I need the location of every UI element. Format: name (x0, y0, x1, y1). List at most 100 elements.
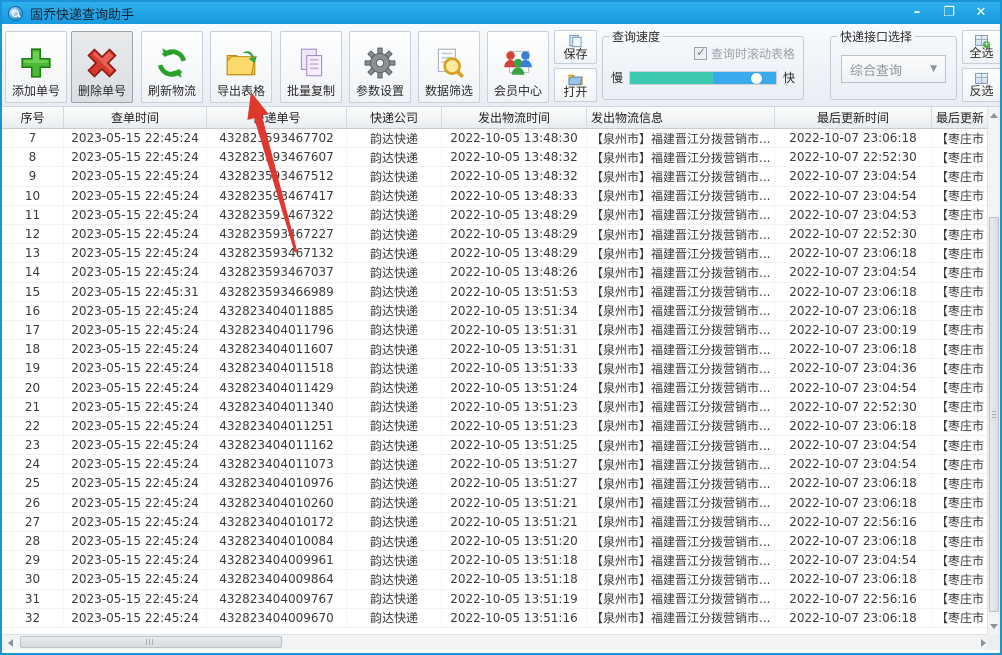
table-cell: 【泉州市】福建晋江分拨营销市... (587, 474, 775, 493)
speed-slider-knob[interactable] (751, 72, 762, 84)
table-cell: 10 (2, 186, 64, 205)
table-row[interactable]: 19 2023-05-15 22:45:24 432823404011518 韵达快递… (2, 359, 991, 379)
column-header[interactable]: 查单时间 (64, 107, 207, 128)
close-button[interactable]: ✕ (972, 2, 990, 24)
table-cell: 2023-05-15 22:45:24 (64, 129, 207, 148)
table-cell: 【泉州市】福建晋江分拨营销市... (587, 263, 775, 282)
scroll-table-checkbox-row[interactable]: 查询时滚动表格 (603, 45, 795, 61)
table-row[interactable]: 31 2023-05-15 22:45:24 432823404009767 韵达快递… (2, 589, 991, 609)
table-row[interactable]: 8 2023-05-15 22:45:24 432823593467607 韵达快递 2… (2, 148, 991, 168)
table-row[interactable]: 24 2023-05-15 22:45:24 432823404011073 韵达快递… (2, 455, 991, 475)
table-row[interactable]: 21 2023-05-15 22:45:24 432823404011340 韵达快递… (2, 397, 991, 417)
speed-slider[interactable] (629, 70, 777, 85)
table-row[interactable]: 20 2023-05-15 22:45:24 432823404011429 韵达快递… (2, 378, 991, 398)
table-cell: 【枣庄市 (932, 551, 991, 570)
table-cell: 2022-10-07 23:00:19 (775, 320, 932, 340)
scroll-grip-icon (146, 639, 153, 645)
table-cell: 2022-10-05 13:48:33 (442, 186, 587, 205)
table-row[interactable]: 18 2023-05-15 22:45:24 432823404011607 韵达快递… (2, 340, 991, 360)
add-icon (19, 42, 53, 84)
table-row[interactable]: 14 2023-05-15 22:45:24 432823593467037 韵达快递… (2, 263, 991, 283)
column-header[interactable]: 发出物流信息 (587, 107, 775, 128)
table-cell: 432823404011162 (207, 436, 347, 455)
table-row[interactable]: 26 2023-05-15 22:45:24 432823404010260 韵达快递… (2, 493, 991, 513)
table-row[interactable]: 7 2023-05-15 22:45:24 432823593467702 韵达快递 2… (2, 129, 991, 149)
column-header[interactable]: 快递单号 (207, 107, 347, 128)
table-cell: 2022-10-05 13:48:30 (442, 129, 587, 148)
table-cell: 2023-05-15 22:45:24 (64, 397, 207, 416)
table-row[interactable]: 10 2023-05-15 22:45:24 432823593467417 韵达快递… (2, 186, 991, 206)
member-center-button[interactable]: 会员中心 (487, 31, 549, 103)
slider-slow-label: 慢 (611, 71, 624, 85)
scroll-left-button[interactable] (2, 635, 18, 650)
settings-button[interactable]: 参数设置 (349, 31, 411, 103)
table-cell: 2023-05-15 22:45:24 (64, 378, 207, 397)
maximize-button[interactable]: ❐ (940, 2, 958, 24)
invert-selection-button[interactable]: 反选 (962, 68, 1000, 102)
table-cell: 9 (2, 167, 64, 186)
table-cell: 31 (2, 589, 64, 608)
select-all-button[interactable]: + 全选 (962, 30, 1000, 64)
horizontal-scroll-thumb[interactable] (20, 636, 282, 648)
column-header[interactable]: 最后更新 (932, 107, 991, 128)
table-cell: 2022-10-07 23:04:54 (775, 167, 932, 186)
table-cell: 432823593467132 (207, 244, 347, 263)
table-cell: 2023-05-15 22:45:24 (64, 263, 207, 282)
table-cell: 2022-10-05 13:51:23 (442, 416, 587, 435)
batch-copy-button[interactable]: 批量复制 (280, 31, 342, 103)
table-row[interactable]: 23 2023-05-15 22:45:24 432823404011162 韵达快递… (2, 436, 991, 456)
scroll-down-button[interactable] (988, 618, 1000, 634)
table-cell: 432823404011796 (207, 320, 347, 340)
table-cell: 2022-10-05 13:51:31 (442, 320, 587, 340)
query-speed-title: 查询速度 (612, 30, 661, 44)
data-filter-button[interactable]: 数据筛选 (418, 31, 480, 103)
horizontal-scrollbar[interactable] (2, 634, 991, 650)
table-cell: 【泉州市】福建晋江分拨营销市... (587, 205, 775, 224)
table-row[interactable]: 32 2023-05-15 22:45:24 432823404009670 韵达快递… (2, 608, 991, 628)
table-row[interactable]: 11 2023-05-15 22:45:24 432823593467322 韵达快递… (2, 205, 991, 225)
table-row[interactable]: 15 2023-05-15 22:45:31 432823593466989 韵达快递… (2, 282, 991, 302)
scroll-table-checkbox[interactable] (693, 45, 707, 60)
table-cell: 韵达快递 (347, 551, 442, 570)
table-row[interactable]: 12 2023-05-15 22:45:24 432823593467227 韵达快递… (2, 224, 991, 245)
column-header[interactable]: 序号 (2, 107, 64, 128)
column-header[interactable]: 发出物流时间 (442, 107, 587, 128)
table-row[interactable]: 29 2023-05-15 22:45:24 432823404009961 韵达快递… (2, 551, 991, 571)
save-button[interactable]: 保存 (554, 30, 597, 64)
minimize-button[interactable]: – (908, 2, 926, 24)
table-cell: 2022-10-07 23:04:54 (775, 551, 932, 570)
table-row[interactable]: 17 2023-05-15 22:45:24 432823404011796 韵达快递… (2, 320, 991, 341)
table-row[interactable]: 13 2023-05-15 22:45:24 432823593467132 韵达快递… (2, 244, 991, 264)
vertical-scrollbar[interactable] (987, 107, 1000, 634)
table-cell: 432823593467417 (207, 186, 347, 205)
vertical-scroll-thumb[interactable] (989, 217, 999, 612)
add-order-button[interactable]: 添加单号 (5, 31, 67, 103)
table-row[interactable]: 30 2023-05-15 22:45:24 432823404009864 韵达快递… (2, 570, 991, 590)
table-cell: 19 (2, 359, 64, 378)
table-row[interactable]: 28 2023-05-15 22:45:24 432823404010084 韵达快递… (2, 531, 991, 552)
scroll-up-button[interactable] (988, 107, 1000, 123)
table-row[interactable]: 25 2023-05-15 22:45:24 432823404010976 韵达快递… (2, 474, 991, 494)
open-button[interactable]: 打开 (554, 68, 597, 102)
export-table-button[interactable]: 导出表格 (210, 31, 272, 103)
table-cell: 2022-10-07 23:04:53 (775, 205, 932, 224)
table-cell: 2022-10-07 23:06:18 (775, 282, 932, 301)
table-cell: 【泉州市】福建晋江分拨营销市... (587, 167, 775, 186)
column-header[interactable]: 最后更新时间 (775, 107, 932, 128)
delete-order-button[interactable]: 删除单号 (71, 31, 133, 103)
table-cell: 【泉州市】福建晋江分拨营销市... (587, 551, 775, 570)
table-row[interactable]: 27 2023-05-15 22:45:24 432823404010172 韵达快递… (2, 512, 991, 532)
refresh-logistics-button[interactable]: 刷新物流 (141, 31, 203, 103)
table-cell: 2022-10-07 23:06:18 (775, 416, 932, 435)
table-cell: 韵达快递 (347, 282, 442, 301)
scrollbar-corner (987, 634, 1000, 650)
table-row[interactable]: 9 2023-05-15 22:45:24 432823593467512 韵达快递 2… (2, 167, 991, 187)
api-dropdown[interactable]: 综合查询 ▼ (841, 55, 946, 83)
table-cell: 2022-10-05 13:48:29 (442, 205, 587, 224)
column-header[interactable]: 快递公司 (347, 107, 442, 128)
table-cell: 2023-05-15 22:45:24 (64, 512, 207, 531)
table-row[interactable]: 22 2023-05-15 22:45:24 432823404011251 韵达快递… (2, 416, 991, 436)
table-row[interactable]: 16 2023-05-15 22:45:24 432823404011885 韵达快递… (2, 301, 991, 321)
table-cell: 2023-05-15 22:45:24 (64, 589, 207, 608)
table-cell: 【泉州市】福建晋江分拨营销市... (587, 397, 775, 416)
